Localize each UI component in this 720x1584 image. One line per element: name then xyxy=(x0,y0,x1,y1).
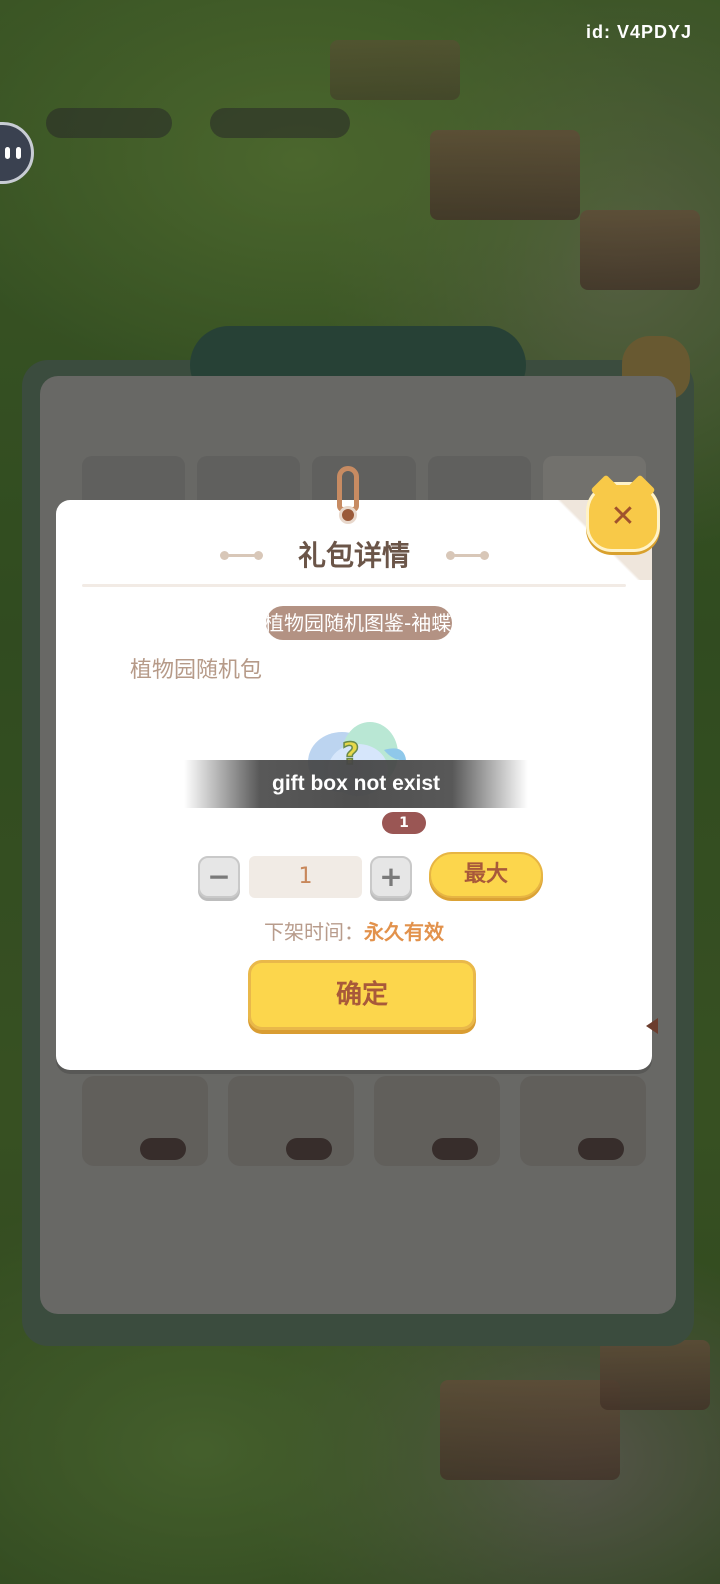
user-id-label: id: V4PDYJ xyxy=(585,22,692,42)
eye-icon xyxy=(16,147,21,159)
hanger-knot xyxy=(339,506,357,524)
error-toast: gift box not exist xyxy=(184,760,528,808)
close-icon: ✕ xyxy=(610,499,636,534)
item-count-badge: 1 xyxy=(382,812,426,834)
decrease-button[interactable]: − xyxy=(198,856,240,898)
item-description: 植物园随机包 xyxy=(130,658,263,683)
title-divider xyxy=(82,584,626,587)
hanger-icon xyxy=(331,466,365,528)
increase-button[interactable]: + xyxy=(370,856,412,898)
title-decoration-icon xyxy=(446,548,490,562)
expiry-value: 永久有效 xyxy=(364,920,444,944)
side-arrow-icon xyxy=(646,1018,658,1034)
eye-icon xyxy=(5,147,10,159)
item-name-label: 植物园随机图鉴-袖蝶 xyxy=(266,606,452,640)
hud-pill xyxy=(46,108,172,138)
gift-detail-dialog: 礼包详情 ✕ 植物园随机图鉴-袖蝶 植物园随机包 ? gift box not … xyxy=(56,466,660,1070)
plus-icon: + xyxy=(379,860,403,893)
confirm-button[interactable]: 确定 xyxy=(248,960,476,1030)
hud-pill xyxy=(210,108,350,138)
dialog-title: 礼包详情 xyxy=(297,539,410,572)
close-button[interactable]: ✕ xyxy=(586,482,660,552)
quantity-field[interactable]: 1 xyxy=(249,856,362,898)
expiry-label: 下架时间： xyxy=(264,920,364,944)
expiry-row: 下架时间：永久有效 xyxy=(56,916,652,945)
minus-icon: − xyxy=(207,860,231,893)
max-button[interactable]: 最大 xyxy=(429,852,543,898)
